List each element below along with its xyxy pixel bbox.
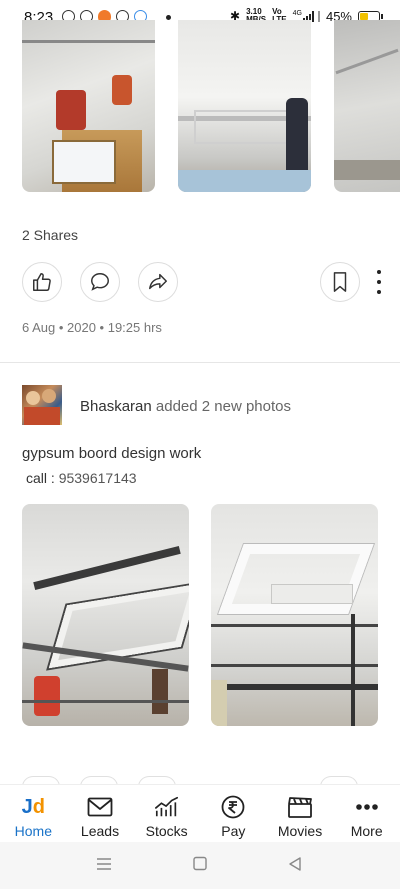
menu-icon[interactable] <box>96 856 112 872</box>
like-button[interactable] <box>22 262 62 302</box>
nav-label: Movies <box>277 823 323 839</box>
logo-d: d <box>32 796 45 818</box>
post-photo[interactable] <box>22 504 189 726</box>
post-text: gypsum boord design work <box>22 445 202 462</box>
bookmark-icon <box>333 272 347 292</box>
thumbs-up-icon <box>33 273 51 291</box>
nav-label: Stocks <box>145 823 188 839</box>
system-nav-bar <box>0 842 400 889</box>
network-type: 4G <box>292 10 302 17</box>
back-icon[interactable] <box>288 856 302 872</box>
mail-icon <box>87 795 113 819</box>
call-line: call : 9539617143 <box>26 470 137 486</box>
nav-label: Pay <box>221 823 246 839</box>
post-action-text: added 2 new photos <box>155 398 292 415</box>
nav-stocks[interactable]: Stocks <box>133 785 200 843</box>
jd-logo-icon: Jd <box>20 795 46 819</box>
author-avatar[interactable] <box>22 385 62 425</box>
share-arrow-icon <box>149 273 167 290</box>
author-name[interactable]: Bhaskaran <box>80 398 152 415</box>
nav-label: More <box>350 823 383 839</box>
post-photo[interactable] <box>178 20 311 192</box>
post-header: Bhaskaran added 2 new photos <box>80 398 291 415</box>
logo-j: J <box>21 796 33 818</box>
phone-number[interactable]: 9539617143 <box>59 470 137 486</box>
post-options-button[interactable] <box>374 270 384 294</box>
clapperboard-icon <box>287 795 313 819</box>
post-photo[interactable] <box>22 20 155 192</box>
share-button[interactable] <box>138 262 178 302</box>
home-icon[interactable] <box>193 856 207 872</box>
battery-fill <box>360 12 368 20</box>
bottom-nav: Jd Home Leads Stocks Pay Movies More <box>0 784 400 843</box>
nav-leads[interactable]: Leads <box>67 785 134 843</box>
comment-icon <box>91 273 109 291</box>
nav-movies[interactable]: Movies <box>267 785 334 843</box>
nav-label: Home <box>14 823 53 839</box>
chart-icon <box>154 795 180 819</box>
comment-button[interactable] <box>80 262 120 302</box>
nav-more[interactable]: More <box>333 785 400 843</box>
shares-count[interactable]: 2 Shares <box>22 227 78 243</box>
post-photo[interactable] <box>334 20 400 192</box>
more-notifications-dot <box>166 15 171 20</box>
nav-home[interactable]: Jd Home <box>0 785 67 843</box>
bookmark-button[interactable] <box>320 262 360 302</box>
more-dots-icon <box>354 795 380 819</box>
nav-label: Leads <box>80 823 120 839</box>
nav-pay[interactable]: Pay <box>200 785 267 843</box>
post-photo[interactable] <box>211 504 378 726</box>
post-date: 6 Aug • 2020 • 19:25 hrs <box>22 320 162 335</box>
call-label: call : <box>26 470 59 486</box>
post-divider <box>0 362 400 363</box>
rupee-icon <box>220 795 246 819</box>
